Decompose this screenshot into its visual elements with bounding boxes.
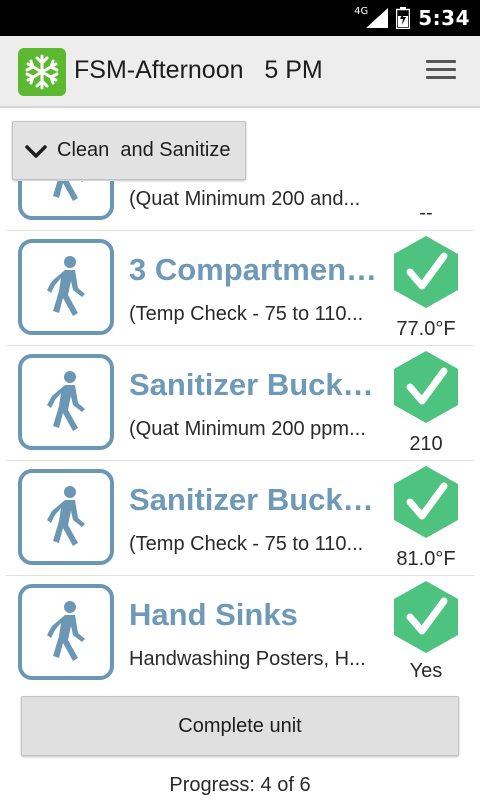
item-value: Yes: [409, 660, 443, 682]
walking-person-icon: [18, 354, 114, 450]
status-bar: 4G 5:34: [0, 0, 480, 36]
walking-person-icon: [18, 181, 114, 220]
list-item[interactable]: (Quat Minimum 200 and... --: [6, 181, 474, 231]
checkmark-badge-icon: [394, 236, 458, 308]
list-item[interactable]: Sanitizer Buckets (Temp Check - 75 to 11…: [6, 461, 474, 576]
item-value: --: [419, 202, 433, 224]
list-item[interactable]: Sanitizer Buckets (Quat Minimum 200 ppm.…: [6, 346, 474, 461]
walking-person-icon: [18, 239, 114, 335]
item-value: 210: [409, 433, 443, 455]
item-subtitle: (Temp Check - 75 to 110...: [129, 303, 364, 325]
complete-unit-button[interactable]: Complete unit: [21, 696, 459, 756]
item-title: Hand Sinks: [129, 597, 298, 632]
app-bar: FSM-Afternoon 5 PM: [0, 36, 480, 108]
item-title: Sanitizer Buckets: [129, 482, 379, 517]
status-time: 5:34: [418, 6, 470, 30]
list-item[interactable]: 3 Compartment Sink (Temp Check - 75 to 1…: [6, 231, 474, 346]
progress-text: Progress: 4 of 6: [169, 774, 311, 796]
network-type-label: 4G: [354, 5, 369, 17]
hamburger-menu-icon[interactable]: [426, 60, 456, 84]
section-dropdown-button[interactable]: Clean and Sanitize: [12, 121, 246, 180]
item-title: Sanitizer Buckets: [129, 367, 379, 402]
item-subtitle: (Quat Minimum 200 and...: [129, 188, 361, 210]
app-title: FSM-Afternoon 5 PM: [74, 56, 323, 84]
checklist[interactable]: (Quat Minimum 200 and... -- 3 Compartmen…: [6, 181, 474, 683]
snowflake-icon[interactable]: [18, 48, 66, 96]
item-value: 81.0°F: [396, 548, 456, 570]
checkmark-badge-icon: [394, 351, 458, 423]
battery-icon: [396, 7, 411, 29]
list-item[interactable]: Hand Sinks Handwashing Posters, H... Yes: [6, 576, 474, 683]
item-title: 3 Compartment Sink: [129, 252, 379, 287]
checkmark-badge-icon: [394, 581, 458, 653]
section-label: Clean and Sanitize: [57, 139, 231, 161]
chevron-down-icon: [25, 144, 47, 158]
status-icons: 4G 5:34: [354, 0, 470, 36]
item-value: 77.0°F: [396, 318, 456, 340]
item-subtitle: (Quat Minimum 200 ppm...: [129, 418, 366, 440]
signal-icon: [366, 8, 389, 28]
item-subtitle: (Temp Check - 75 to 110...: [129, 533, 364, 555]
walking-person-icon: [18, 469, 114, 565]
checkmark-badge-icon: [394, 466, 458, 538]
walking-person-icon: [18, 584, 114, 680]
item-subtitle: Handwashing Posters, H...: [129, 648, 366, 670]
